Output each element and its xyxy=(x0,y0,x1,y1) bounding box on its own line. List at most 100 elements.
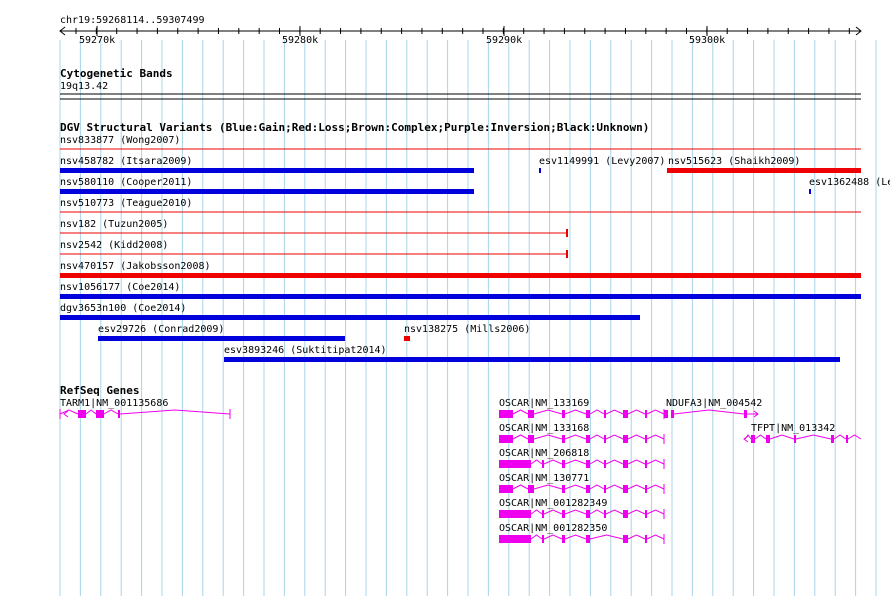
gene-oscar-4-intron xyxy=(530,509,543,515)
gene-label[interactable]: TFPT|NM_013342 xyxy=(751,423,835,434)
gene-oscar-3-intron xyxy=(533,484,563,490)
variant-label[interactable]: nsv138275 (Mills2006) xyxy=(404,324,530,335)
gene-tfpt-exon xyxy=(794,435,796,443)
gene-oscar-1-intron xyxy=(646,434,665,440)
gene-oscar-0-intron xyxy=(533,409,563,415)
variant-label[interactable]: esv29726 (Conrad2009) xyxy=(98,324,224,335)
gene-oscar-3-intron xyxy=(589,484,605,490)
variant-esv1362488-bar xyxy=(809,189,811,194)
gene-tfpt-intron xyxy=(847,434,862,440)
gene-oscar-2-intron xyxy=(646,459,665,465)
gene-oscar-3-exon xyxy=(604,485,606,493)
variant-label[interactable]: nsv182 (Tuzun2005) xyxy=(60,219,168,230)
gene-oscar-5-intron xyxy=(627,534,646,540)
gene-label[interactable]: OSCAR|NM_001282349 xyxy=(499,498,607,509)
gene-tfpt-exon xyxy=(846,435,848,443)
gene-oscar-2-exon xyxy=(586,460,590,468)
gene-ndufa3-exon xyxy=(664,410,668,418)
gene-oscar-4-intron xyxy=(589,509,605,515)
variant-label[interactable]: esv3893246 (Suktitipat2014) xyxy=(224,345,387,356)
gene-oscar-1-intron xyxy=(564,434,587,440)
gene-label[interactable]: OSCAR|NM_133169 xyxy=(499,398,589,409)
gene-oscar-1-intron xyxy=(627,434,646,440)
gene-oscar-1-exon xyxy=(499,435,513,443)
gene-oscar-5-intron xyxy=(543,534,563,540)
variant-label[interactable]: esv1149991 (Levy2007) xyxy=(539,156,665,167)
gene-tfpt-intron xyxy=(754,434,767,440)
variant-label[interactable]: nsv2542 (Kidd2008) xyxy=(60,240,168,251)
gene-oscar-2-exon xyxy=(542,460,544,468)
gene-oscar-5-exon xyxy=(542,535,544,543)
gene-oscar-5-intron xyxy=(646,534,665,540)
gene-oscar-3-exon xyxy=(499,485,513,493)
gene-tarm1-exon xyxy=(118,410,120,418)
gene-label[interactable]: OSCAR|NM_130771 xyxy=(499,473,589,484)
ruler-tick-label: 59300k xyxy=(689,35,726,46)
gene-tarm1-intron xyxy=(119,409,231,415)
gene-oscar-4-exon xyxy=(499,510,531,518)
variant-esv29726-bar xyxy=(98,336,345,341)
gene-oscar-1-intron xyxy=(533,434,563,440)
variant-label[interactable]: nsv470157 (Jakobsson2008) xyxy=(60,261,211,272)
gene-oscar-1-intron xyxy=(589,434,605,440)
gene-label[interactable]: OSCAR|NM_206818 xyxy=(499,448,589,459)
gene-oscar-0-exon xyxy=(586,410,590,418)
gene-oscar-4-intron xyxy=(605,509,624,515)
variant-label[interactable]: nsv580110 (Cooper2011) xyxy=(60,177,192,188)
gene-oscar-3-intron xyxy=(627,484,646,490)
gene-oscar-4-exon xyxy=(645,510,647,518)
gene-oscar-0-exon xyxy=(645,410,647,418)
variant-label[interactable]: esv1362488 (Le xyxy=(809,177,890,188)
gene-oscar-2-exon xyxy=(623,460,628,468)
variant-label[interactable]: dgv3653n100 (Coe2014) xyxy=(60,303,186,314)
gene-label[interactable]: NDUFA3|NM_004542 xyxy=(666,398,762,409)
gene-label[interactable]: OSCAR|NM_133168 xyxy=(499,423,589,434)
gene-oscar-2-intron xyxy=(605,459,624,465)
gene-label[interactable]: OSCAR|NM_001282350 xyxy=(499,523,607,534)
variant-nsv1056177-bar xyxy=(60,294,861,299)
variant-label[interactable]: nsv510773 (Teague2010) xyxy=(60,198,192,209)
gene-oscar-0-exon xyxy=(623,410,628,418)
variant-label[interactable]: nsv1056177 (Coe2014) xyxy=(60,282,180,293)
gene-oscar-2-intron xyxy=(627,459,646,465)
variant-nsv458782-bar xyxy=(60,168,474,173)
variant-label[interactable]: nsv458782 (Itsara2009) xyxy=(60,156,192,167)
gene-oscar-4-exon xyxy=(562,510,565,518)
variant-nsv515623-bar xyxy=(667,168,861,173)
variant-nsv470157-bar xyxy=(60,273,861,278)
gene-oscar-3-intron xyxy=(605,484,624,490)
gene-tfpt-exon xyxy=(751,435,755,443)
gene-oscar-0-intron xyxy=(646,409,665,415)
variant-esv1149991-bar xyxy=(539,168,541,173)
gene-oscar-2-exon xyxy=(562,460,565,468)
gene-oscar-4-intron xyxy=(627,509,646,515)
gene-tfpt-intron xyxy=(769,434,795,440)
gene-oscar-2-intron xyxy=(589,459,605,465)
variant-label[interactable]: nsv515623 (Shaikh2009) xyxy=(668,156,800,167)
gene-oscar-1-intron xyxy=(512,434,529,440)
gene-oscar-3-intron xyxy=(646,484,665,490)
gene-oscar-5-intron xyxy=(530,534,543,540)
refseq-track-title[interactable]: RefSeq Genes xyxy=(60,385,139,397)
cytoband-track-title[interactable]: Cytogenetic Bands xyxy=(60,68,173,80)
gene-oscar-0-exon xyxy=(528,410,534,418)
gene-label[interactable]: TARM1|NM_001135686 xyxy=(60,398,168,409)
gene-tfpt-intron xyxy=(795,434,832,440)
gene-oscar-2-exon xyxy=(645,460,647,468)
variant-label[interactable]: nsv833877 (Wong2007) xyxy=(60,135,180,146)
gene-oscar-0-intron xyxy=(564,409,587,415)
gene-oscar-3-exon xyxy=(623,485,628,493)
gene-tarm1-intron xyxy=(85,409,97,415)
gene-oscar-5-exon xyxy=(586,535,590,543)
gene-oscar-4-exon xyxy=(586,510,590,518)
gene-oscar-0-exon xyxy=(562,410,565,418)
dgv-track-title[interactable]: DGV Structural Variants (Blue:Gain;Red:L… xyxy=(60,122,649,134)
gene-oscar-2-intron xyxy=(530,459,543,465)
gene-oscar-4-intron xyxy=(543,509,563,515)
gene-oscar-2-intron xyxy=(564,459,587,465)
gene-oscar-4-intron xyxy=(564,509,587,515)
tracks-canvas xyxy=(59,26,862,544)
gene-tfpt-exon xyxy=(766,435,770,443)
gene-oscar-0-intron xyxy=(589,409,605,415)
gene-oscar-0-exon xyxy=(604,410,606,418)
